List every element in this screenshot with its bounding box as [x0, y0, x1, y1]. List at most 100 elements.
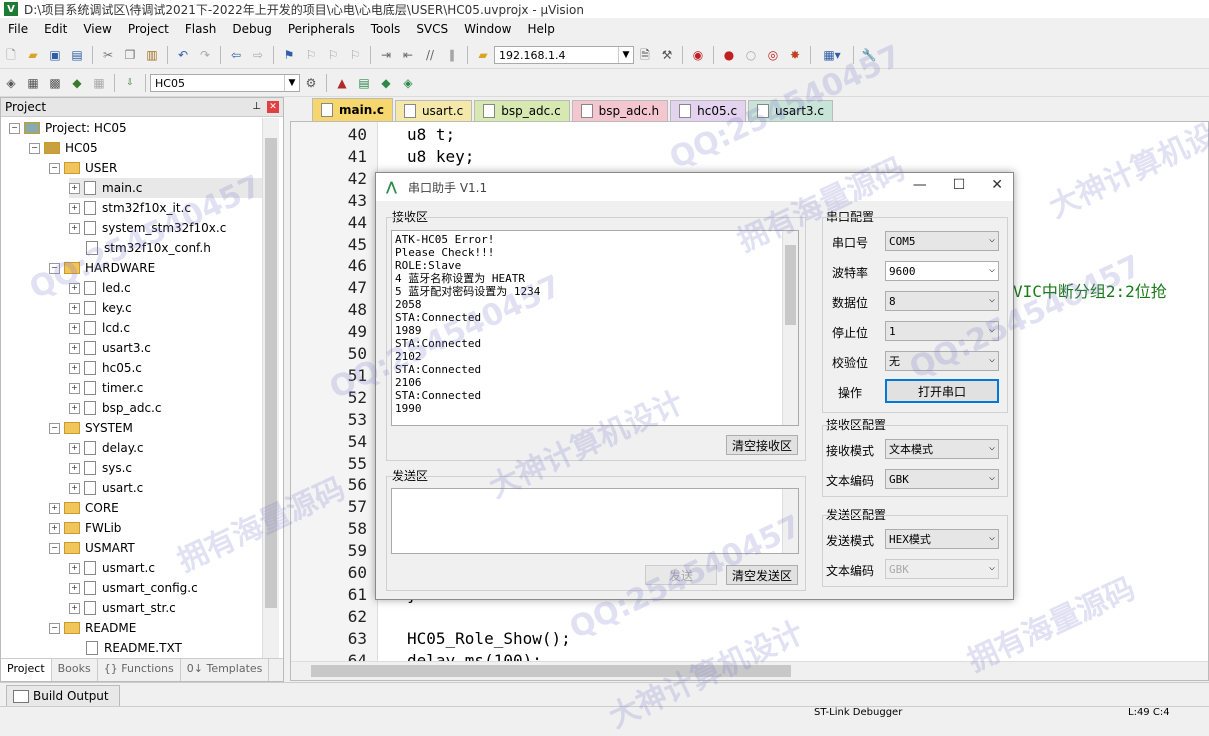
build-output-tab[interactable]: Build Output: [6, 685, 120, 707]
collapse-icon[interactable]: −: [49, 422, 60, 434]
collapse-icon[interactable]: −: [49, 262, 60, 274]
tree-file[interactable]: + system_stm32f10x.c: [69, 218, 226, 238]
menu-edit[interactable]: Edit: [36, 22, 75, 36]
expand-icon[interactable]: +: [69, 222, 80, 234]
tree-file[interactable]: README.TXT: [69, 638, 182, 658]
collapse-icon[interactable]: −: [49, 542, 60, 554]
open-port-button[interactable]: 打开串口: [885, 379, 999, 403]
menu-tools[interactable]: Tools: [363, 22, 409, 36]
expand-icon[interactable]: +: [69, 182, 80, 194]
uncomment-icon[interactable]: ∥: [444, 47, 460, 63]
tree-file[interactable]: + usart.c: [69, 478, 143, 498]
translate-icon[interactable]: ◈: [3, 75, 19, 91]
target-select[interactable]: HC05 ▼: [150, 74, 300, 92]
tree-folder[interactable]: − HARDWARE: [49, 258, 155, 278]
editor-tab[interactable]: main.c: [312, 98, 393, 121]
port-select[interactable]: COM5 ⌵: [885, 231, 999, 251]
tree-file[interactable]: + hc05.c: [69, 358, 142, 378]
save-all-icon[interactable]: ▤: [69, 47, 85, 63]
select-packs-icon[interactable]: ▤: [356, 75, 372, 91]
expand-icon[interactable]: +: [69, 342, 80, 354]
tree-file[interactable]: + usmart_str.c: [69, 598, 176, 618]
expand-icon[interactable]: +: [69, 302, 80, 314]
menu-svcs[interactable]: SVCS: [408, 22, 456, 36]
copy-icon[interactable]: ❐: [122, 47, 138, 63]
tree-folder[interactable]: − USER: [49, 158, 117, 178]
project-scrollbar[interactable]: [262, 118, 279, 658]
recv-textarea[interactable]: ATK-HC05 Error! Please Check!!! ROLE:Slave…: [391, 230, 799, 426]
collapse-icon[interactable]: −: [29, 142, 40, 154]
tree-folder[interactable]: + CORE: [49, 498, 119, 518]
menu-project[interactable]: Project: [120, 22, 177, 36]
next-bookmark-icon[interactable]: ⚐: [325, 47, 341, 63]
tree-file[interactable]: + timer.c: [69, 378, 143, 398]
expand-icon[interactable]: +: [69, 322, 80, 334]
expand-icon[interactable]: +: [69, 202, 80, 214]
send-scrollbar[interactable]: [782, 489, 798, 553]
pack-installer-icon[interactable]: ◆: [378, 75, 394, 91]
close-icon[interactable]: ✕: [267, 101, 279, 113]
tree-file[interactable]: + key.c: [69, 298, 132, 318]
rebuild-icon[interactable]: ▩: [47, 75, 63, 91]
tree-file[interactable]: + usmart_config.c: [69, 578, 198, 598]
tree-file[interactable]: + usmart.c: [69, 558, 155, 578]
code-line[interactable]: HC05_Role_Show();: [407, 629, 571, 648]
collapse-icon[interactable]: −: [49, 622, 60, 634]
chevron-down-icon[interactable]: ▼: [618, 47, 633, 63]
prev-bookmark-icon[interactable]: ⚐: [303, 47, 319, 63]
find-in-files-icon[interactable]: ▰: [475, 47, 491, 63]
baud-select[interactable]: 9600 ⌵: [885, 261, 999, 281]
editor-tab[interactable]: hc05.c: [670, 100, 747, 121]
expand-icon[interactable]: +: [69, 462, 80, 474]
code-line[interactable]: u8 key;: [407, 147, 474, 166]
undo-icon[interactable]: ↶: [175, 47, 191, 63]
clear-send-button[interactable]: 清空发送区: [726, 565, 798, 585]
nav-back-icon[interactable]: ⇦: [228, 47, 244, 63]
expand-icon[interactable]: +: [69, 442, 80, 454]
clear-recv-button[interactable]: 清空接收区: [726, 435, 798, 455]
expand-icon[interactable]: +: [69, 282, 80, 294]
tree-file[interactable]: + main.c: [69, 178, 263, 198]
target-options-icon[interactable]: ⚙: [303, 75, 319, 91]
expand-icon[interactable]: +: [69, 382, 80, 394]
pin-icon[interactable]: ⊥: [252, 101, 261, 113]
rte-icon[interactable]: ◈: [400, 75, 416, 91]
recv-scrollbar[interactable]: [782, 231, 798, 425]
save-icon[interactable]: ▣: [47, 47, 63, 63]
disable-breakpoint-icon[interactable]: ◎: [765, 47, 781, 63]
comment-icon[interactable]: //: [422, 47, 438, 63]
parity-select[interactable]: 无 ⌵: [885, 351, 999, 371]
paste-icon[interactable]: ▥: [144, 47, 160, 63]
menu-flash[interactable]: Flash: [177, 22, 224, 36]
replace-icon[interactable]: ⚒: [659, 47, 675, 63]
expand-icon[interactable]: +: [69, 602, 80, 614]
expand-icon[interactable]: +: [69, 582, 80, 594]
configure-icon[interactable]: 🔧: [861, 47, 877, 63]
tree-file[interactable]: stm32f10x_conf.h: [69, 238, 211, 258]
send-encoding-select[interactable]: GBK ⌵: [885, 559, 999, 579]
maximize-icon[interactable]: ☐: [953, 177, 966, 193]
stop-build-icon[interactable]: ▦: [91, 75, 107, 91]
expand-icon[interactable]: +: [49, 522, 60, 534]
menu-peripherals[interactable]: Peripherals: [280, 22, 363, 36]
editor-tab[interactable]: usart3.c: [748, 100, 833, 121]
data-bits-select[interactable]: 8 ⌵: [885, 291, 999, 311]
expand-icon[interactable]: +: [49, 502, 60, 514]
tab-templates[interactable]: 0↓ Templates: [181, 659, 270, 681]
chevron-down-icon[interactable]: ▼: [284, 75, 299, 91]
expand-icon[interactable]: +: [69, 562, 80, 574]
tab-project[interactable]: Project: [1, 659, 52, 681]
editor-tab[interactable]: bsp_adc.h: [571, 100, 669, 121]
redo-icon[interactable]: ↷: [197, 47, 213, 63]
tree-file[interactable]: + usart3.c: [69, 338, 151, 358]
collapse-icon[interactable]: −: [9, 122, 20, 134]
send-mode-select[interactable]: HEX模式 ⌵: [885, 529, 999, 549]
manage-components-icon[interactable]: ▲: [334, 75, 350, 91]
recv-encoding-select[interactable]: GBK ⌵: [885, 469, 999, 489]
tree-folder[interactable]: − SYSTEM: [49, 418, 133, 438]
expand-icon[interactable]: +: [69, 362, 80, 374]
menu-file[interactable]: File: [0, 22, 36, 36]
indent-icon[interactable]: ⇥: [378, 47, 394, 63]
tree-file[interactable]: + sys.c: [69, 458, 132, 478]
tree-folder[interactable]: − USMART: [49, 538, 135, 558]
